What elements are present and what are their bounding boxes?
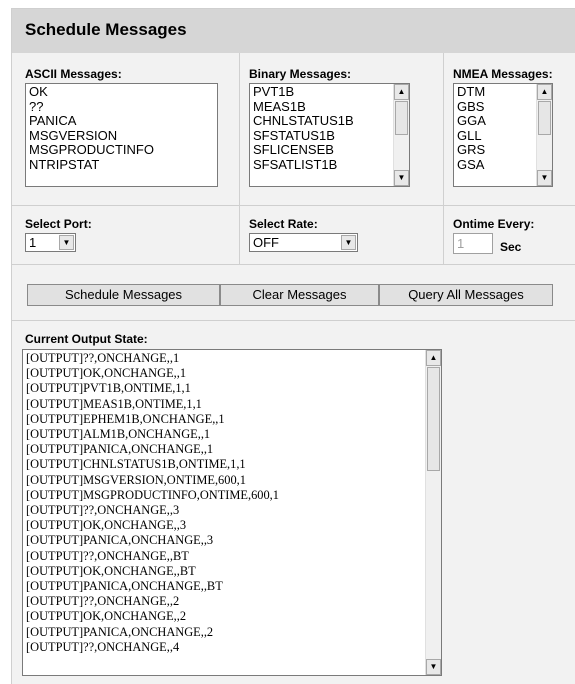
chevron-down-icon[interactable]: ▼ — [341, 235, 356, 250]
nmea-message-option[interactable]: GBS — [457, 99, 486, 115]
rate-select-value: OFF — [253, 235, 279, 250]
output-line: [OUTPUT]OK,ONCHANGE,,1 — [26, 366, 187, 381]
nmea-message-option[interactable]: GSA — [457, 157, 486, 173]
binary-message-option[interactable]: SFSTATUS1B — [253, 128, 354, 144]
ascii-message-option[interactable]: OK — [29, 84, 154, 100]
nmea-messages-label: NMEA Messages: — [453, 67, 553, 81]
output-line: [OUTPUT]MEAS1B,ONTIME,1,1 — [26, 396, 202, 411]
output-line: [OUTPUT]??,ONCHANGE,,1 — [26, 351, 180, 365]
page: Schedule Messages ASCII Messages: OK?? PA… — [0, 0, 575, 684]
clear-messages-button[interactable]: Clear Messages — [220, 284, 379, 306]
scroll-down-icon[interactable]: ▼ — [537, 170, 552, 186]
output-line: [OUTPUT]EPHEM1B,ONCHANGE,,1 — [26, 411, 225, 426]
port-select[interactable]: 1 ▼ — [25, 233, 76, 252]
divider — [239, 205, 240, 264]
output-line: [OUTPUT]MSGVERSION,ONTIME,600,1 — [26, 472, 246, 487]
scroll-down-icon[interactable]: ▼ — [394, 170, 409, 186]
binary-message-option[interactable]: MEAS1B — [253, 99, 354, 115]
current-output-state-label: Current Output State: — [25, 332, 148, 346]
output-line: [OUTPUT]ALM1B,ONCHANGE,,1 — [26, 427, 211, 442]
ontime-every-label: Ontime Every: — [453, 217, 535, 231]
nmea-message-option[interactable]: GGA — [457, 114, 486, 129]
ascii-messages-label: ASCII Messages: — [25, 67, 122, 81]
ascii-message-option[interactable]: ?? — [29, 99, 154, 115]
binary-messages-list[interactable]: PVT1B MEAS1B CHNLSTATUS1B SFSTATUS1B SFLICEN… — [249, 83, 410, 187]
current-output-textarea[interactable]: [OUTPUT]??,ONCHANGE,,1 [OUTPUT]OK,ONCHANG… — [22, 349, 442, 676]
output-line: [OUTPUT]OK,ONCHANGE,,2 — [26, 609, 187, 624]
scroll-thumb[interactable] — [395, 101, 408, 135]
query-all-messages-button[interactable]: Query All Messages — [379, 284, 553, 306]
binary-messages-label: Binary Messages: — [249, 67, 352, 81]
scroll-thumb[interactable] — [538, 101, 551, 135]
scroll-up-icon[interactable]: ▲ — [537, 84, 552, 100]
ascii-message-option[interactable]: NTRIPSTAT — [29, 157, 154, 173]
schedule-messages-button[interactable]: Schedule Messages — [27, 284, 220, 306]
ascii-messages-items: OK?? PANICA MSGVERSION MSGPRODUCTINFO NTRIPS… — [29, 84, 154, 173]
port-select-value: 1 — [29, 235, 37, 250]
nmea-messages-items: DTM GBS GGA GLL GRS GSA — [457, 84, 486, 173]
chevron-down-icon[interactable]: ▼ — [59, 235, 74, 250]
divider — [239, 53, 240, 205]
ascii-message-option[interactable]: MSGVERSION — [29, 128, 154, 144]
output-line: [OUTPUT]??,ONCHANGE,,4 — [26, 639, 180, 654]
output-line: [OUTPUT]??,ONCHANGE,,3 — [26, 503, 180, 518]
message-lists-section: ASCII Messages: OK?? PANICA MSGVERSION MSGP… — [12, 53, 575, 206]
binary-message-option[interactable]: PVT1B — [253, 84, 354, 100]
scroll-thumb[interactable] — [427, 367, 440, 471]
scroll-up-icon[interactable]: ▲ — [394, 84, 409, 100]
output-line: [OUTPUT]MSGPRODUCTINFO,ONTIME,600,1 — [26, 487, 279, 502]
output-scrollbar[interactable]: ▲ ▼ — [425, 350, 441, 675]
output-line: [OUTPUT]OK,ONCHANGE,,3 — [26, 518, 187, 533]
output-line: [OUTPUT]??,ONCHANGE,,BT — [26, 548, 189, 563]
ascii-message-option[interactable]: MSGPRODUCTINFO — [29, 143, 154, 158]
page-title: Schedule Messages — [25, 20, 187, 39]
divider — [443, 53, 444, 205]
output-line: [OUTPUT]PANICA,ONCHANGE,,1 — [26, 442, 214, 457]
output-line: [OUTPUT]OK,ONCHANGE,,BT — [26, 563, 196, 578]
binary-message-option[interactable]: SFSATLIST1B — [253, 157, 354, 173]
binary-messages-items: PVT1B MEAS1B CHNLSTATUS1B SFSTATUS1B SFLICEN… — [253, 84, 354, 173]
ascii-messages-list[interactable]: OK?? PANICA MSGVERSION MSGPRODUCTINFO NTRIPS… — [25, 83, 218, 187]
scroll-down-icon[interactable]: ▼ — [426, 659, 441, 675]
output-line: [OUTPUT]PVT1B,ONTIME,1,1 — [26, 381, 191, 396]
ascii-message-option[interactable]: PANICA — [29, 114, 154, 129]
output-line: [OUTPUT]PANICA,ONCHANGE,,BT — [26, 579, 223, 594]
panel-header: Schedule Messages — [12, 9, 575, 53]
nmea-message-option[interactable]: GLL — [457, 128, 486, 144]
schedule-messages-panel: Schedule Messages ASCII Messages: OK?? PA… — [11, 8, 575, 684]
nmea-list-scrollbar[interactable]: ▲ ▼ — [536, 84, 552, 186]
select-port-label: Select Port: — [25, 217, 92, 231]
nmea-messages-list[interactable]: DTM GBS GGA GLL GRS GSA ▲ ▼ — [453, 83, 553, 187]
actions-section: Schedule Messages Clear Messages Query A… — [12, 264, 575, 321]
binary-message-option[interactable]: SFLICENSEB — [253, 143, 354, 158]
schedule-options-section: Select Port: 1 ▼ Select Rate: OFF ▼ Onti… — [12, 205, 575, 265]
scroll-up-icon[interactable]: ▲ — [426, 350, 441, 366]
output-lines: [OUTPUT]??,ONCHANGE,,1 [OUTPUT]OK,ONCHANG… — [26, 351, 279, 655]
ontime-unit-label: Sec — [500, 240, 522, 254]
nmea-message-option[interactable]: GRS — [457, 143, 486, 158]
nmea-message-option[interactable]: DTM — [457, 84, 486, 100]
binary-list-scrollbar[interactable]: ▲ ▼ — [393, 84, 409, 186]
output-line: [OUTPUT]CHNLSTATUS1B,ONTIME,1,1 — [26, 457, 246, 472]
select-rate-label: Select Rate: — [249, 217, 318, 231]
binary-message-option[interactable]: CHNLSTATUS1B — [253, 114, 354, 129]
output-line: [OUTPUT]??,ONCHANGE,,2 — [26, 594, 180, 609]
divider — [443, 205, 444, 264]
rate-select[interactable]: OFF ▼ — [249, 233, 358, 252]
output-line: [OUTPUT]PANICA,ONCHANGE,,2 — [26, 624, 214, 639]
ontime-input[interactable]: 1 — [453, 233, 493, 254]
output-line: [OUTPUT]PANICA,ONCHANGE,,3 — [26, 533, 214, 548]
